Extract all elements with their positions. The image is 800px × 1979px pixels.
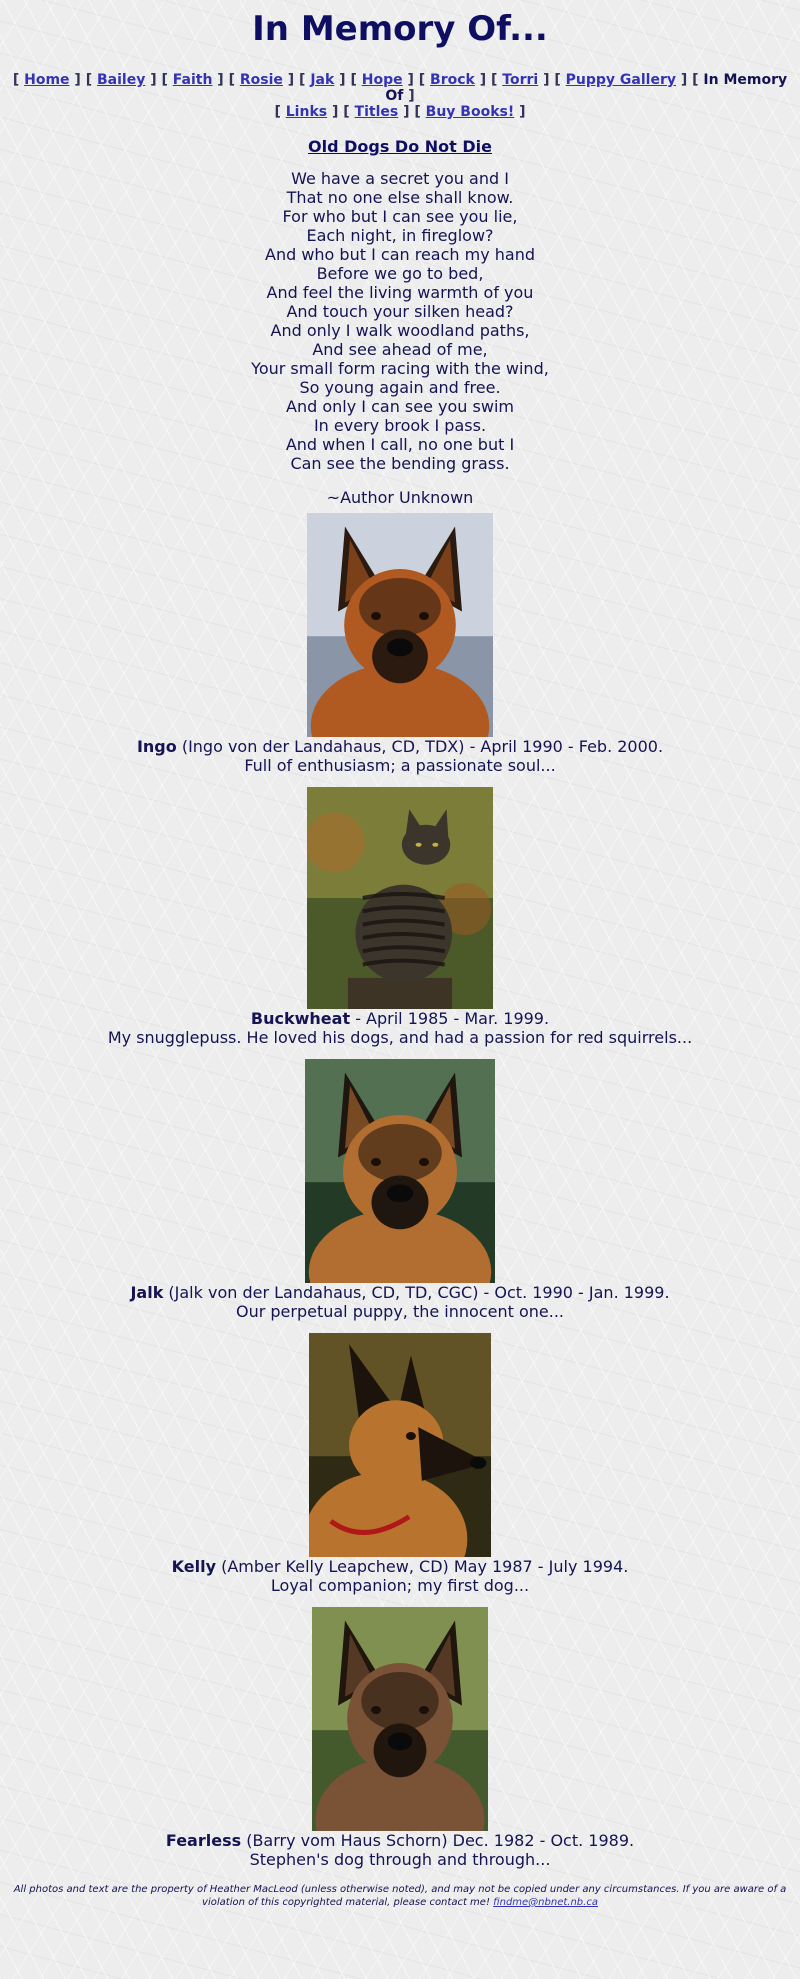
poem-line: And only I walk woodland paths, [270, 321, 530, 340]
photo-fearless [312, 1607, 488, 1831]
poem-line: For who but I can see you lie, [282, 207, 518, 226]
nav-link-links[interactable]: Links [286, 104, 327, 120]
poem-body: We have a secret you and I That no one el… [0, 169, 800, 473]
nav-link-home[interactable]: Home [24, 72, 69, 88]
poem-line: Before we go to bed, [316, 264, 484, 283]
photo-jalk [305, 1059, 495, 1283]
caption-line: Ingo (Ingo von der Landahaus, CD, TDX) -… [0, 737, 800, 756]
caption-line: Buckwheat - April 1985 - Mar. 1999. [0, 1009, 800, 1028]
poem-line: And when I call, no one but I [285, 435, 515, 454]
pet-details: (Ingo von der Landahaus, CD, TDX) - Apri… [176, 737, 664, 756]
pet-tribute: Our perpetual puppy, the innocent one... [235, 1302, 564, 1321]
footer: All photos and text are the property of … [5, 1883, 795, 1909]
poem-author: ~Author Unknown [326, 488, 474, 507]
pet-name: Kelly [171, 1557, 217, 1576]
pet-name: Fearless [165, 1831, 242, 1850]
pet-details: - April 1985 - Mar. 1999. [350, 1009, 550, 1028]
nav-link-brock[interactable]: Brock [430, 72, 475, 88]
caption-line: Kelly (Amber Kelly Leapchew, CD) May 198… [0, 1557, 800, 1576]
pet-name: Ingo [136, 737, 177, 756]
pet-tribute: Loyal companion; my first dog... [270, 1576, 530, 1595]
memorial-ingo: Ingo (Ingo von der Landahaus, CD, TDX) -… [0, 513, 800, 775]
poem-line: So young again and free. [299, 378, 501, 397]
pet-tribute: My snugglepuss. He loved his dogs, and h… [107, 1028, 693, 1047]
nav-link-jak[interactable]: Jak [310, 72, 334, 88]
nav-bar: [ Home ] [ Bailey ] [ Faith ] [ Rosie ] … [12, 72, 788, 120]
nav-link-titles[interactable]: Titles [355, 104, 399, 120]
poem-line: And touch your silken head? [286, 302, 514, 321]
pet-details: (Jalk von der Landahaus, CD, TD, CGC) - … [163, 1283, 670, 1302]
memorial-jalk: Jalk (Jalk von der Landahaus, CD, TD, CG… [0, 1059, 800, 1321]
nav-link-rosie[interactable]: Rosie [240, 72, 283, 88]
poem-line: And see ahead of me, [312, 340, 488, 359]
pet-tribute: Stephen's dog through and through... [249, 1850, 551, 1869]
memorial-buckwheat: Buckwheat - April 1985 - Mar. 1999. My sn… [0, 787, 800, 1047]
nav-link-faith[interactable]: Faith [173, 72, 213, 88]
footer-email-link[interactable]: findme@nbnet.nb.ca [493, 1897, 598, 1908]
caption-kelly: Kelly (Amber Kelly Leapchew, CD) May 198… [0, 1557, 800, 1595]
photo-ingo [307, 513, 493, 737]
memorial-kelly: Kelly (Amber Kelly Leapchew, CD) May 198… [0, 1333, 800, 1595]
poem-title: Old Dogs Do Not Die [308, 137, 492, 156]
nav-link-bailey[interactable]: Bailey [97, 72, 145, 88]
pet-name: Buckwheat [250, 1009, 351, 1028]
poem-line: Can see the bending grass. [290, 454, 510, 473]
pet-name: Jalk [130, 1283, 164, 1302]
page: In Memory Of... [ Home ] [ Bailey ] [ Fa… [0, 0, 800, 1909]
poem-line: In every brook I pass. [313, 416, 487, 435]
page-title: In Memory Of... [252, 9, 548, 49]
nav-link-buy-books[interactable]: Buy Books! [426, 104, 515, 120]
pet-details: (Barry vom Haus Schorn) Dec. 1982 - Oct.… [241, 1831, 635, 1850]
nav-link-hope[interactable]: Hope [362, 72, 403, 88]
caption-ingo: Ingo (Ingo von der Landahaus, CD, TDX) -… [0, 737, 800, 775]
nav-link-torri[interactable]: Torri [502, 72, 538, 88]
caption-line: Jalk (Jalk von der Landahaus, CD, TD, CG… [0, 1283, 800, 1302]
photo-kelly [309, 1333, 491, 1557]
pet-details: (Amber Kelly Leapchew, CD) May 1987 - Ju… [216, 1557, 629, 1576]
memorial-fearless: Fearless (Barry vom Haus Schorn) Dec. 19… [0, 1607, 800, 1869]
caption-line: Fearless (Barry vom Haus Schorn) Dec. 19… [0, 1831, 800, 1850]
caption-fearless: Fearless (Barry vom Haus Schorn) Dec. 19… [0, 1831, 800, 1869]
poem-line: We have a secret you and I [291, 169, 509, 188]
pet-tribute: Full of enthusiasm; a passionate soul... [244, 756, 556, 775]
caption-jalk: Jalk (Jalk von der Landahaus, CD, TD, CG… [0, 1283, 800, 1321]
poem-line: Your small form racing with the wind, [251, 359, 549, 378]
poem-line: Each night, in fireglow? [306, 226, 494, 245]
caption-buckwheat: Buckwheat - April 1985 - Mar. 1999. My sn… [0, 1009, 800, 1047]
poem-line: And who but I can reach my hand [265, 245, 535, 264]
poem-line: That no one else shall know. [286, 188, 514, 207]
poem-line: And feel the living warmth of you [266, 283, 534, 302]
memorial-list: Ingo (Ingo von der Landahaus, CD, TDX) -… [0, 513, 800, 1869]
poem-line: And only I can see you swim [286, 397, 514, 416]
footer-copyright-text: All photos and text are the property of … [13, 1884, 787, 1908]
nav-link-puppy-gallery[interactable]: Puppy Gallery [566, 72, 676, 88]
photo-buckwheat [307, 787, 493, 1009]
